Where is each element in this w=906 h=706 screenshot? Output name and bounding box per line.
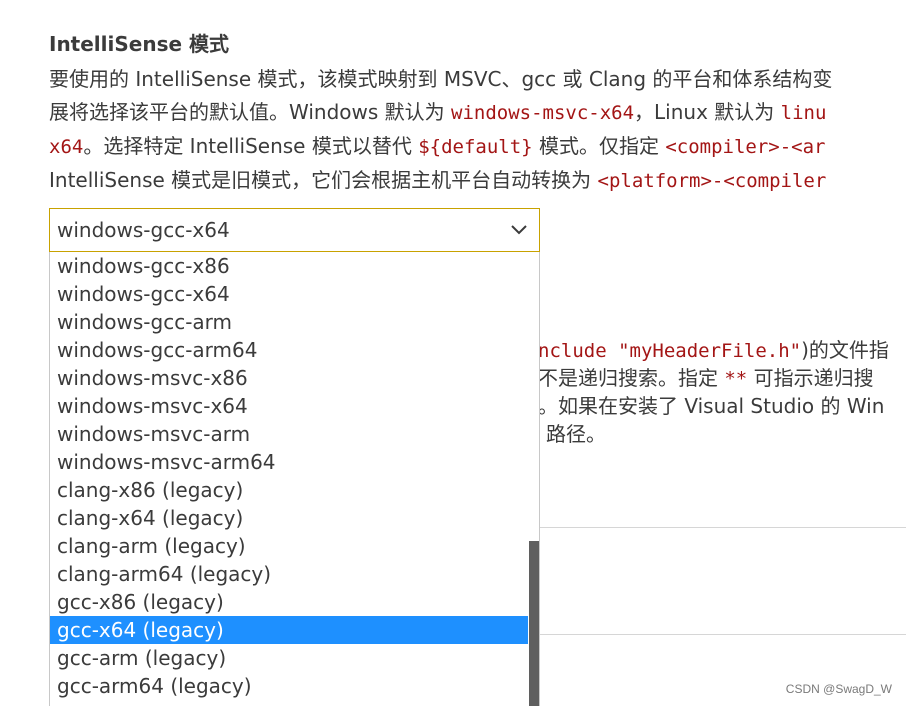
desc-text: 。选择特定 IntelliSense 模式以替代 xyxy=(83,134,419,158)
dropdown-option[interactable]: gcc-arm (legacy) xyxy=(50,644,520,672)
desc-code: <platform>-<compiler xyxy=(597,170,827,192)
desc-text: ，Linux 默认为 xyxy=(634,100,781,124)
bg-text: 可指示递归搜 xyxy=(747,366,874,390)
dropdown-option[interactable]: windows-gcc-arm xyxy=(50,308,520,336)
dropdown-option[interactable]: gcc-arm64 (legacy) xyxy=(50,672,520,700)
option-list: windows-gcc-x86 windows-gcc-x64 windows-gc… xyxy=(50,252,539,700)
watermark: CSDN @SwagD_W xyxy=(785,682,892,696)
dropdown-option[interactable]: windows-msvc-x86 xyxy=(50,364,520,392)
desc-code: windows-msvc-x64 xyxy=(451,102,635,124)
desc-line-2: 展将选择该平台的默认值。Windows 默认为 windows-msvc-x64… xyxy=(49,96,906,130)
intellisense-mode-dropdown[interactable]: windows-gcc-x86 windows-gcc-x64 windows-gc… xyxy=(49,252,540,706)
setting-description: 要使用的 IntelliSense 模式，该模式映射到 MSVC、gcc 或 C… xyxy=(49,63,906,198)
select-value: windows-gcc-x64 xyxy=(57,218,230,242)
dropdown-option[interactable]: gcc-x64 (legacy) xyxy=(50,616,528,644)
dropdown-option[interactable]: clang-arm (legacy) xyxy=(50,532,520,560)
setting-title: IntelliSense 模式 xyxy=(49,32,230,56)
desc-code: linu xyxy=(780,102,827,124)
dropdown-option[interactable]: windows-gcc-arm64 xyxy=(50,336,520,364)
desc-code: <compiler>-<ar xyxy=(665,136,826,158)
dropdown-scrollbar[interactable] xyxy=(529,252,539,706)
desc-text: 模式。仅指定 xyxy=(532,134,666,158)
bg-code: nclude "myHeaderFile.h" xyxy=(538,340,802,362)
bg-code: ** xyxy=(724,368,748,390)
desc-text: IntelliSense 模式是旧模式，它们会根据主机平台自动转换为 xyxy=(49,168,598,192)
dropdown-option[interactable]: windows-gcc-x86 xyxy=(50,252,520,280)
bg-text: 不是递归搜索。指定 xyxy=(538,366,725,390)
bg-text: )的文件指 xyxy=(801,338,889,362)
desc-line-3: x64。选择特定 IntelliSense 模式以替代 ${default} 模… xyxy=(49,130,906,164)
scrollbar-thumb[interactable] xyxy=(529,541,539,706)
desc-line-1: 要使用的 IntelliSense 模式，该模式映射到 MSVC、gcc 或 C… xyxy=(49,67,833,91)
dropdown-option[interactable]: clang-arm64 (legacy) xyxy=(50,560,520,588)
desc-code: ${default} xyxy=(418,136,533,158)
desc-text: 展将选择该平台的默认值。Windows 默认为 xyxy=(49,100,451,124)
dropdown-option[interactable]: windows-msvc-arm64 xyxy=(50,448,520,476)
dropdown-option[interactable]: windows-msvc-arm xyxy=(50,420,520,448)
dropdown-option[interactable]: windows-msvc-x64 xyxy=(50,392,520,420)
chevron-down-icon[interactable] xyxy=(499,225,539,235)
desc-line-4: IntelliSense 模式是旧模式，它们会根据主机平台自动转换为 <plat… xyxy=(49,164,906,198)
dropdown-option[interactable]: windows-gcc-x64 xyxy=(50,280,520,308)
dropdown-option[interactable]: clang-x64 (legacy) xyxy=(50,504,520,532)
intellisense-mode-select[interactable]: windows-gcc-x64 xyxy=(49,208,540,252)
desc-code: x64 xyxy=(49,136,84,158)
dropdown-option[interactable]: clang-x86 (legacy) xyxy=(50,476,520,504)
dropdown-option[interactable]: gcc-x86 (legacy) xyxy=(50,588,520,616)
